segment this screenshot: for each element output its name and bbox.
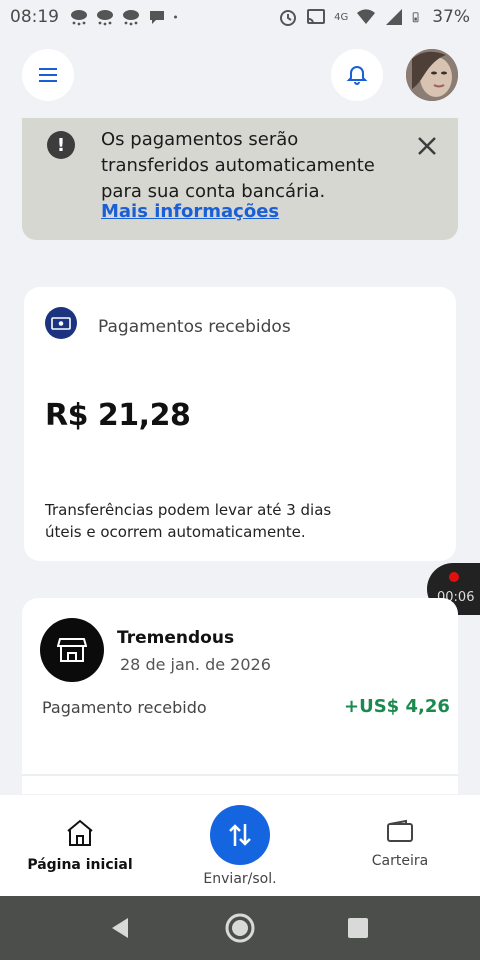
bottom-nav: Página inicial Enviar/sol. Carteira [0, 795, 480, 896]
weather-icon [97, 10, 113, 26]
chat-icon [150, 11, 164, 24]
system-nav-bar [0, 896, 480, 960]
record-dot-icon [449, 572, 459, 582]
transaction-date: 28 de jan. de 2026 [120, 655, 271, 674]
weather-icon [71, 10, 87, 26]
payments-title: Pagamentos recebidos [98, 317, 291, 337]
dot-icon [174, 15, 177, 19]
status-bar: 08:19 4G 37% [0, 0, 480, 34]
nav-wallet-label: Carteira [371, 853, 429, 869]
more-info-link[interactable]: Mais informações [101, 201, 279, 222]
alarm-icon [280, 10, 297, 26]
transaction-item[interactable]: Tremendous 28 de jan. de 2026 Pagamento … [22, 598, 458, 774]
signal-icon [386, 9, 403, 25]
home-icon [67, 819, 93, 846]
network-type: 4G [334, 11, 349, 23]
store-icon [40, 618, 104, 682]
cast-icon [307, 9, 326, 24]
app-bar [0, 34, 480, 118]
send-request-button[interactable] [210, 805, 270, 865]
transfer-arrows-icon [229, 824, 251, 846]
payments-received-card: Pagamentos recebidos R$ 21,28 Transferên… [24, 287, 456, 561]
home-circle-icon[interactable] [224, 912, 256, 944]
nav-send-label: Enviar/sol. [203, 871, 277, 887]
banner-message: Os pagamentos serão transferidos automat… [101, 129, 375, 202]
menu-button[interactable] [22, 49, 74, 101]
transaction-amount: +US$ 4,26 [344, 696, 450, 717]
transaction-status: Pagamento recebido [42, 698, 207, 717]
info-banner: ! Os pagamentos serão transferidos autom… [22, 118, 458, 240]
avatar-image [406, 49, 458, 101]
wallet-icon [387, 819, 413, 842]
balance-amount: R$ 21,28 [45, 398, 191, 433]
wifi-icon [357, 9, 376, 24]
nav-home[interactable]: Página inicial [22, 819, 138, 873]
bell-icon [346, 65, 368, 85]
status-time: 08:19 [10, 7, 59, 27]
back-icon[interactable] [110, 916, 130, 940]
nav-send-request[interactable]: Enviar/sol. [196, 805, 284, 887]
alert-icon: ! [47, 131, 75, 159]
nav-wallet[interactable]: Carteira [360, 819, 440, 869]
battery-level: 37% [432, 7, 470, 27]
notifications-button[interactable] [331, 49, 383, 101]
close-icon[interactable] [416, 135, 438, 157]
menu-icon [39, 68, 57, 82]
money-icon [45, 307, 77, 339]
weather-icon [123, 10, 139, 26]
merchant-name: Tremendous [117, 628, 235, 648]
recents-icon[interactable] [348, 918, 368, 938]
battery-icon [412, 12, 419, 23]
transfer-note: Transferências podem levar até 3 dias út… [45, 501, 332, 541]
avatar[interactable] [406, 49, 458, 101]
list-divider [22, 774, 458, 794]
nav-home-label: Página inicial [27, 857, 133, 873]
